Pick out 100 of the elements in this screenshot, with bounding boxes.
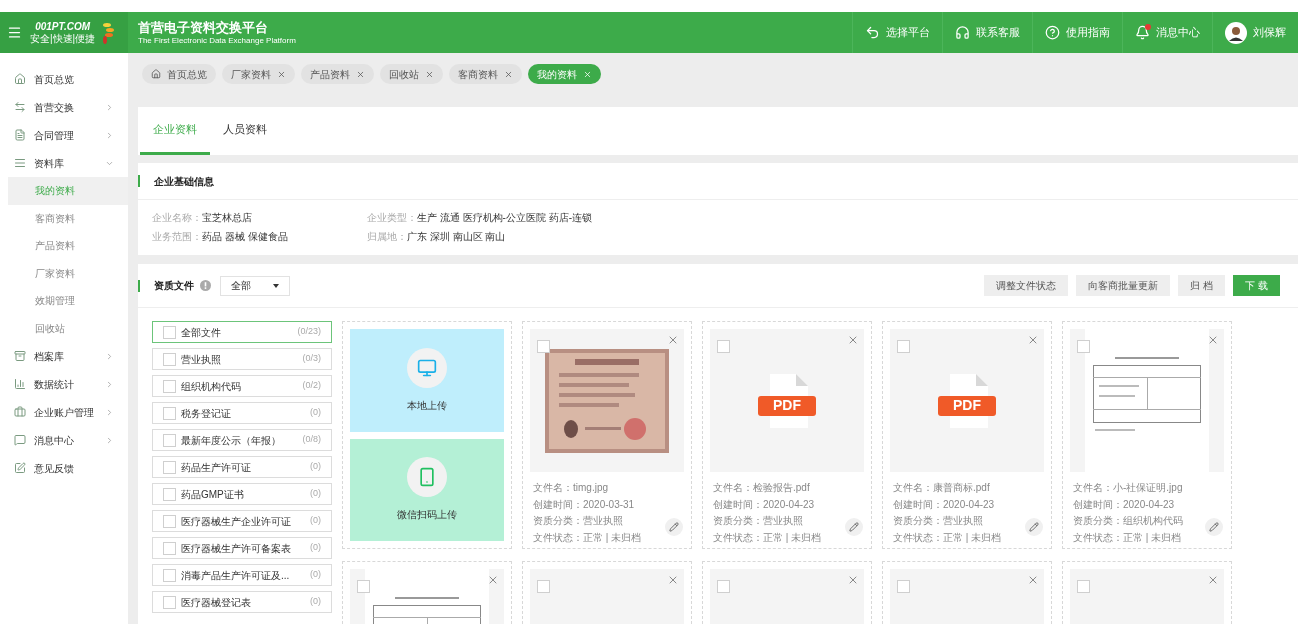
close-icon[interactable] [667,334,679,346]
file-card[interactable]: 文件名：timg.jpg 创建时间：2020-03-31 资质分类：营业执照 文件状态：正常 | 未归档 [522,321,692,549]
logo-text: 001PT.COM [35,20,90,33]
file-card[interactable]: PDF 文件名：检验报告.pdf 创建时间：2020-04-23 资质分类：营业执照 文件状态：正常 | 未归档 [702,321,872,549]
page-tag[interactable]: 客商资料 [449,64,522,84]
checkbox[interactable] [163,514,176,528]
edit-button[interactable] [665,518,683,536]
field-label: 企业类型： [367,212,417,223]
filter-dropdown[interactable]: 全部 [220,275,290,296]
action-button[interactable]: 调整文件状态 [984,275,1069,296]
checkbox[interactable] [163,487,176,501]
category-item[interactable]: 全部文件 (0/23) [152,321,332,343]
back-icon [865,25,880,40]
sidebar-item[interactable]: 合同管理 [0,121,128,149]
sidebar-item[interactable]: 消息中心 [0,426,128,454]
checkbox[interactable] [537,340,550,353]
category-item[interactable]: 医疗器械生产许可备案表 (0) [152,537,332,559]
checkbox[interactable] [1077,580,1090,593]
category-item[interactable]: 药品生产许可证 (0) [152,456,332,478]
category-item[interactable]: 营业执照 (0/3) [152,348,332,370]
close-icon[interactable] [356,69,365,79]
caret-icon [105,435,114,445]
upload-button[interactable]: 微信扫码上传 [350,438,504,541]
close-icon[interactable] [487,574,499,586]
monitor-upload-icon [417,357,437,378]
caret-icon [105,130,114,140]
sidebar-subitem[interactable]: 回收站 [8,314,128,342]
file-card[interactable]: 文件名：小-社保证明.jpg 创建时间：2020-04-23 资质分类：组织机构代码 文件状态：正常 | 未归档 [1062,321,1232,549]
sidebar-item[interactable]: 首营交换 [0,93,128,121]
pencil-icon [669,522,679,532]
checkbox[interactable] [163,433,176,447]
checkbox[interactable] [163,352,176,366]
close-icon[interactable] [583,69,592,79]
category-item[interactable]: 税务登记证 (0) [152,402,332,424]
checkbox[interactable] [163,406,176,420]
checkbox[interactable] [163,568,176,582]
checkbox[interactable] [163,379,176,393]
briefcase-icon [14,406,26,418]
checkbox[interactable] [163,541,176,555]
bell-icon [1135,25,1150,40]
action-button[interactable]: 向客商批量更新 [1076,275,1171,296]
sidebar-item[interactable]: 企业账户管理 [0,398,128,426]
checkbox[interactable] [897,580,910,593]
document-icon [14,129,26,141]
checkbox[interactable] [357,580,370,593]
close-icon[interactable] [277,69,286,79]
close-icon[interactable] [1027,334,1039,346]
page-tag[interactable]: 首页总览 [142,64,216,84]
edit-button[interactable] [1205,518,1223,536]
page-tag[interactable]: 回收站 [380,64,443,84]
close-icon[interactable] [847,574,859,586]
page-tag[interactable]: 产品资料 [301,64,374,84]
edit-button[interactable] [845,518,863,536]
field-value: 药品 器械 保健食品 [202,231,288,242]
file-info-text: 文件状态：正常 | 未归档 [713,530,822,545]
sidebar-subitem[interactable]: 产品资料 [8,232,128,260]
platform-title: 首营电子资料交换平台 [138,19,269,36]
close-icon[interactable] [425,69,434,79]
category-item[interactable]: 药品GMP证书 (0) [152,483,332,505]
category-item[interactable]: 组织机构代码 (0/2) [152,375,332,397]
edit-button[interactable] [1025,518,1043,536]
checkbox[interactable] [163,595,176,609]
sidebar-item[interactable]: 数据统计 [0,370,128,398]
close-icon[interactable] [847,334,859,346]
close-icon[interactable] [504,69,513,79]
tab[interactable]: 人员资料 [210,107,280,155]
section-title: 企业基础信息 [154,174,214,189]
action-button[interactable]: 归 档 [1178,275,1226,296]
close-icon[interactable] [1207,334,1219,346]
sidebar-item[interactable]: 档案库 [0,342,128,370]
category-item[interactable]: 医疗器械生产企业许可证 (0) [152,510,332,532]
sidebar-item[interactable]: 首页总览 [0,65,128,93]
file-card[interactable]: PDF 文件名：康普商标.pdf 创建时间：2020-04-23 资质分类：营业执照 文件状态：正常 | 未归档 [882,321,1052,549]
field-label: 业务范围： [152,231,202,242]
page-tag[interactable]: 厂家资料 [222,64,295,84]
help-icon [1045,25,1060,40]
sidebar-subitem[interactable]: 效期管理 [8,287,128,315]
sidebar-subitem[interactable]: 客商资料 [8,204,128,232]
checkbox[interactable] [163,460,176,474]
sidebar-subitem[interactable]: 厂家资料 [8,259,128,287]
bar-chart-icon [14,378,26,390]
category-item[interactable]: 最新年度公示（年报） (0/8) [152,429,332,451]
checkbox[interactable] [537,580,550,593]
close-icon[interactable] [667,574,679,586]
upload-button[interactable]: 本地上传 [350,329,504,432]
checkbox[interactable] [717,580,730,593]
archive-icon [14,350,26,362]
file-info-text: 文件名：检验报告.pdf [713,481,810,495]
checkbox[interactable] [1077,340,1090,353]
checkbox[interactable] [163,325,176,339]
sidebar-item[interactable]: 资料库 [0,149,128,177]
checkbox[interactable] [717,340,730,353]
checkbox[interactable] [897,340,910,353]
close-icon[interactable] [1207,574,1219,586]
home-icon [151,69,161,79]
close-icon[interactable] [1027,574,1039,586]
category-item[interactable]: 消毒产品生产许可证及... (0) [152,564,332,586]
category-item[interactable]: 医疗器械登记表 (0) [152,591,332,613]
file-info-text: 创建时间：2020-03-31 [533,497,635,512]
sidebar-item[interactable]: 意见反馈 [0,454,128,482]
